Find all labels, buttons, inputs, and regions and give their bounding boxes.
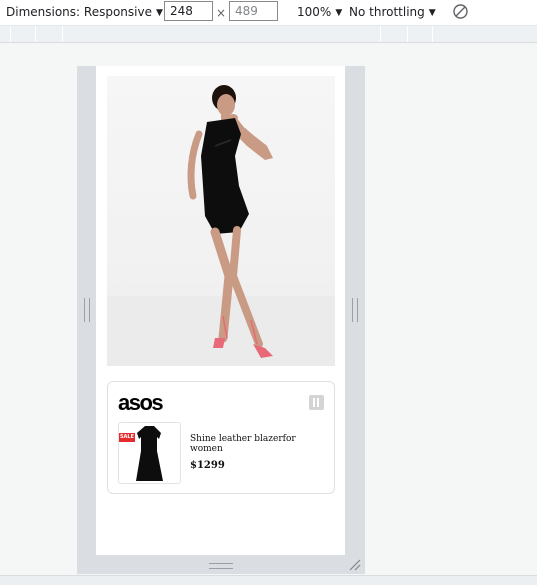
media-query-ruler[interactable] bbox=[0, 26, 537, 43]
throttling-dropdown[interactable]: No throttling ▼ bbox=[349, 5, 436, 19]
rotate-icon[interactable] bbox=[452, 3, 469, 20]
resize-frame-bottom[interactable] bbox=[77, 555, 365, 574]
brand-logo[interactable]: asos bbox=[118, 390, 164, 416]
dress-image bbox=[136, 426, 163, 481]
height-input[interactable]: 489 bbox=[229, 1, 278, 21]
chevron-down-icon: ▼ bbox=[335, 8, 343, 18]
resize-handle-left-icon[interactable] bbox=[84, 298, 90, 322]
dimensions-dropdown[interactable]: Dimensions: Responsive ▼ bbox=[6, 5, 163, 19]
dimension-separator: × bbox=[216, 6, 227, 20]
throttling-label: No throttling bbox=[349, 5, 425, 19]
width-input[interactable]: 248 bbox=[164, 1, 213, 21]
ruler-marker bbox=[62, 26, 63, 42]
device-toolbar: Dimensions: Responsive ▼ 248 × 489 100% ▼ … bbox=[0, 0, 537, 26]
resize-corner-icon[interactable] bbox=[349, 559, 361, 571]
product-hero-image[interactable] bbox=[107, 76, 335, 366]
emulated-viewport: asos SALE Shine leather blazerfor women … bbox=[96, 66, 345, 555]
product-price: $1299 bbox=[190, 460, 225, 471]
ruler-marker bbox=[432, 26, 433, 42]
dimensions-label: Dimensions: Responsive bbox=[6, 5, 152, 19]
ruler-marker bbox=[407, 26, 408, 42]
chevron-down-icon: ▼ bbox=[428, 8, 436, 18]
ruler-marker bbox=[10, 26, 11, 42]
ruler-marker bbox=[35, 26, 36, 42]
zoom-label: 100% bbox=[297, 5, 332, 19]
resize-handle-right-icon[interactable] bbox=[352, 298, 358, 322]
product-thumbnail[interactable]: SALE bbox=[118, 422, 181, 484]
product-title[interactable]: Shine leather blazerfor women bbox=[190, 434, 320, 454]
ad-card[interactable]: asos SALE Shine leather blazerfor women … bbox=[107, 381, 335, 494]
sale-badge: SALE bbox=[119, 433, 135, 442]
chevron-down-icon: ▼ bbox=[155, 8, 163, 18]
resize-frame-right[interactable] bbox=[345, 66, 365, 555]
resize-frame-left[interactable] bbox=[77, 66, 96, 555]
model-photo bbox=[107, 85, 335, 366]
resize-handle-bottom-icon[interactable] bbox=[209, 563, 233, 569]
zoom-dropdown[interactable]: 100% ▼ bbox=[297, 5, 342, 19]
ruler-marker bbox=[380, 26, 381, 42]
info-icon[interactable] bbox=[309, 395, 324, 410]
